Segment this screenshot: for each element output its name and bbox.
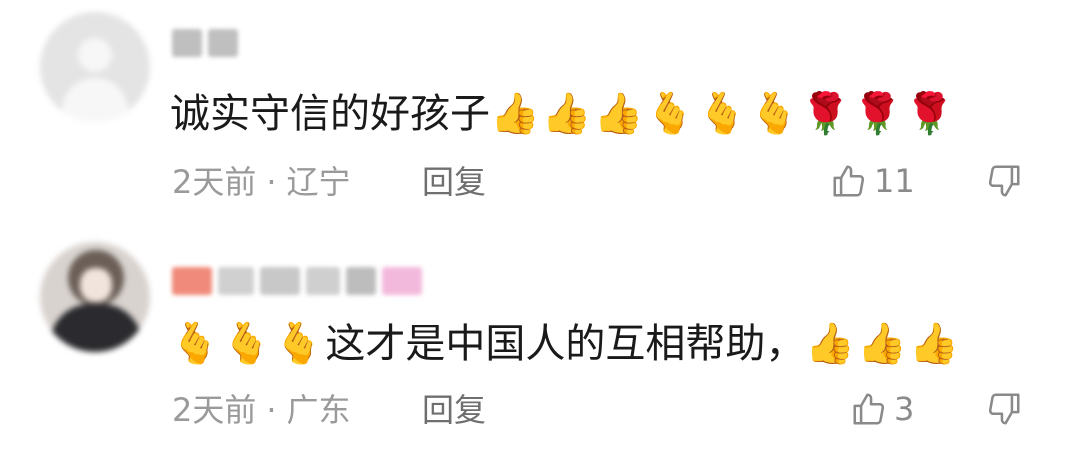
username-blurred[interactable] [172,260,422,302]
like-button[interactable]: 3 [850,390,914,428]
comment-meta: 2天前 · 广东 [172,390,351,430]
dislike-button[interactable] [985,162,1023,204]
comment-location: 辽宁 [286,163,351,201]
username-block [382,267,422,295]
meta-separator: · [266,163,277,201]
comment-text: 🫰🫰🫰这才是中国人的互相帮助，👍👍👍 [170,320,961,368]
thumbs-up-icon [833,165,865,197]
comment-list: 诚实守信的好孩子👍👍👍🫰🫰🫰🌹🌹🌹 2天前 · 辽宁 回复 11 🫰🫰🫰这才是中… [0,0,1080,462]
comment-body: 诚实守信的好孩子 [170,91,490,137]
comment-item: 诚实守信的好孩子👍👍👍🫰🫰🫰🌹🌹🌹 2天前 · 辽宁 回复 11 [0,0,1080,230]
thumbs-down-icon [988,165,1020,197]
username-block [172,29,202,57]
reply-button[interactable]: 回复 [422,162,486,202]
comment-meta: 2天前 · 辽宁 [172,162,351,202]
avatar[interactable] [40,12,150,122]
username-block [218,267,254,295]
comment-time: 2天前 [172,163,257,201]
avatar-head-shape [78,38,112,72]
meta-separator: · [266,391,277,429]
emoji-group: 👍👍👍 [805,321,961,367]
dislike-button[interactable] [985,390,1023,432]
comment-item: 🫰🫰🫰这才是中国人的互相帮助，👍👍👍 2天前 · 广东 回复 3 [0,230,1080,462]
avatar-body-shape [62,78,128,122]
comment-text: 诚实守信的好孩子👍👍👍🫰🫰🫰🌹🌹🌹 [170,90,956,138]
like-count: 3 [894,390,915,428]
emoji-group: 👍👍👍🫰🫰🫰🌹🌹🌹 [490,91,957,137]
thumbs-down-icon [988,393,1020,425]
username-block [306,267,340,295]
avatar-body-shape [50,304,142,352]
username-block [346,267,376,295]
username-block [172,267,212,295]
avatar[interactable] [40,242,150,352]
avatar-face-shape [80,268,112,302]
emoji-group: 🫰🫰🫰 [170,321,326,367]
reply-button[interactable]: 回复 [422,390,486,430]
comment-body: 这才是中国人的互相帮助， [325,321,806,367]
like-button[interactable]: 11 [830,162,915,200]
thumbs-up-icon [853,393,885,425]
comment-location: 广东 [286,391,351,429]
comment-time: 2天前 [172,391,257,429]
username-block [208,29,238,57]
username-blurred[interactable] [172,22,238,64]
username-block [260,267,300,295]
like-count: 11 [874,162,915,200]
